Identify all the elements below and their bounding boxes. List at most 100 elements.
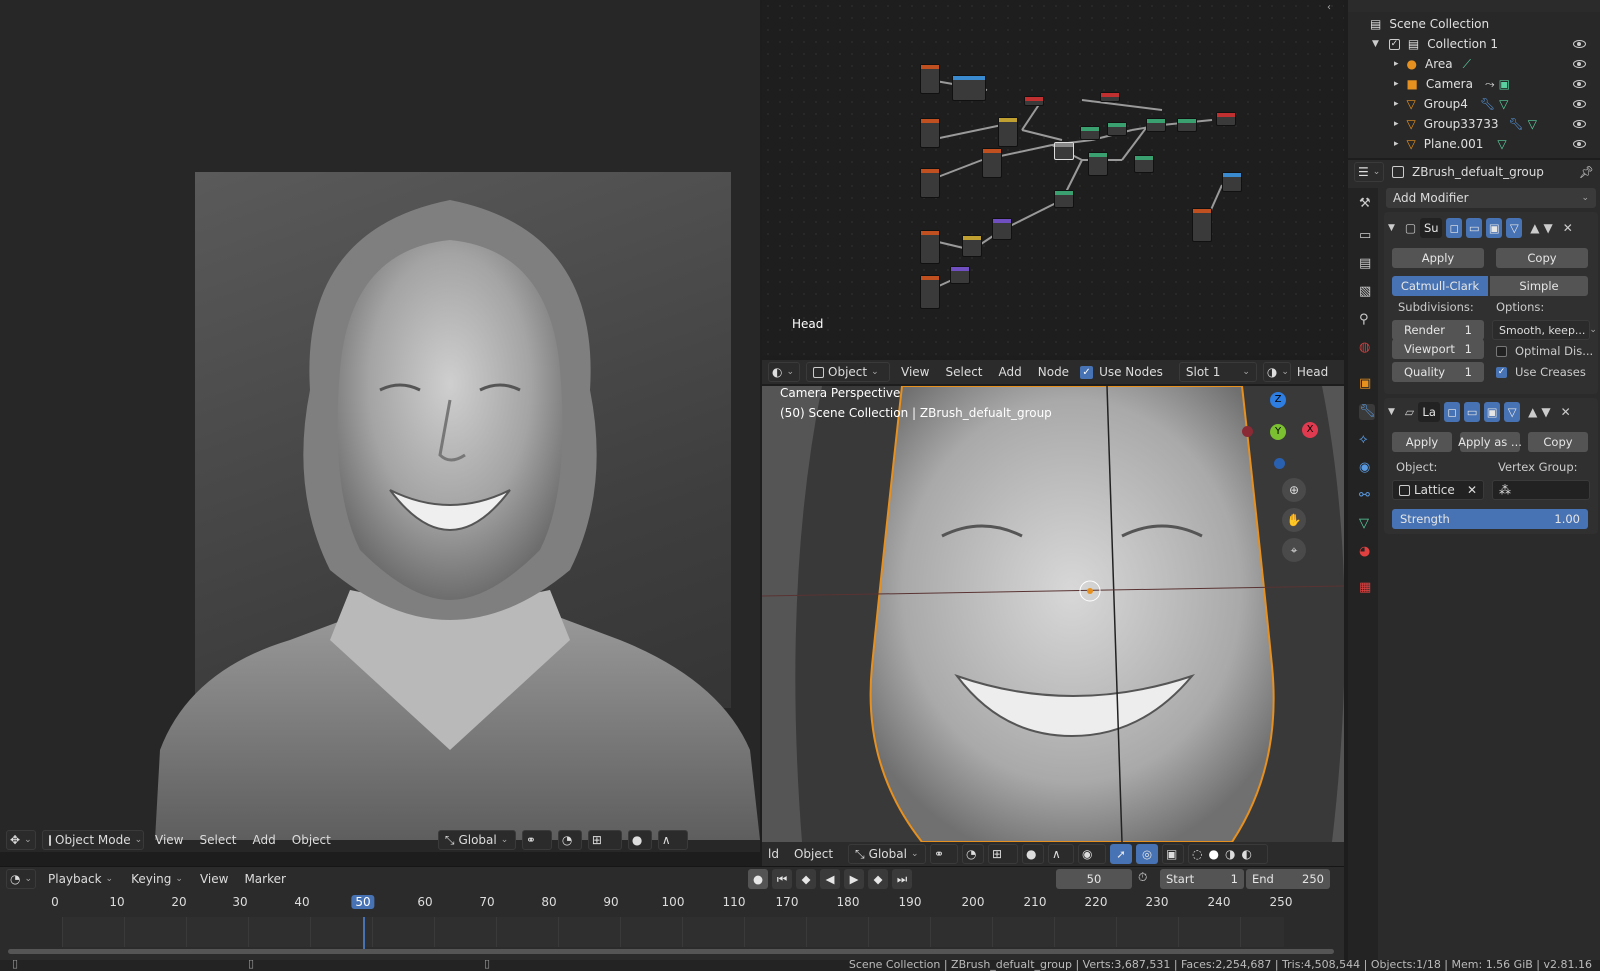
outliner-item[interactable]: ▸ ▽ Group4 🔧︎ ▽ bbox=[1348, 94, 1600, 114]
lattice-apply-as-button[interactable]: Apply as ... bbox=[1458, 432, 1522, 452]
snap-dropdown[interactable]: ⊞ bbox=[587, 830, 622, 850]
edit-mode-toggle[interactable]: ◻ bbox=[1444, 402, 1461, 422]
jump-start-icon[interactable]: ⏮ bbox=[772, 869, 792, 889]
modifier-tab-icon[interactable]: 🔧︎ bbox=[1359, 404, 1376, 420]
world-tab-icon[interactable]: ◍ bbox=[1359, 340, 1375, 356]
pin-icon[interactable]: 📌︎ bbox=[1579, 165, 1594, 179]
menu-view[interactable]: View bbox=[896, 365, 934, 379]
snap-dropdown[interactable]: ⊞ bbox=[988, 844, 1019, 864]
cage-toggle[interactable]: ▽ bbox=[1504, 402, 1521, 422]
constraints-tab-icon[interactable]: ⚯ bbox=[1359, 488, 1375, 504]
pivot-dropdown[interactable]: ⚭ bbox=[930, 844, 959, 864]
falloff-dropdown[interactable]: ∧ bbox=[657, 830, 688, 850]
camera-3d-viewport[interactable]: Camera Perspective (50) Scene Collection… bbox=[762, 386, 1344, 842]
object-mode-dropdown[interactable]: Object Mode ⌄ bbox=[42, 830, 144, 850]
node-editor[interactable]: Head ‹ bbox=[762, 0, 1344, 356]
snap-toggle[interactable]: ◔ bbox=[962, 844, 985, 864]
scene-tab-icon[interactable]: ⚲ bbox=[1359, 312, 1375, 328]
quality-field[interactable]: Quality 1 bbox=[1392, 362, 1484, 382]
lattice-apply-button[interactable]: Apply bbox=[1392, 432, 1452, 452]
expand-icon[interactable]: ▸ bbox=[1394, 99, 1399, 109]
menu-object[interactable]: Object bbox=[287, 833, 336, 847]
pan-hand-icon[interactable]: ✋ bbox=[1282, 508, 1306, 532]
node[interactable] bbox=[1107, 122, 1127, 136]
node[interactable] bbox=[1146, 118, 1166, 132]
node[interactable] bbox=[1222, 172, 1242, 192]
menu-view[interactable]: View bbox=[150, 833, 188, 847]
navigation-gizmo[interactable]: Z X Y bbox=[1242, 392, 1332, 472]
playback-dropdown[interactable]: Playback ⌄ bbox=[42, 869, 119, 889]
tool-tab-icon[interactable]: ⚒ bbox=[1359, 196, 1375, 212]
eye-icon[interactable] bbox=[1573, 40, 1586, 48]
editor-type-dropdown[interactable]: ◔ ⌄ bbox=[6, 869, 36, 889]
use-nodes-checkbox[interactable]: ✓ bbox=[1080, 365, 1094, 379]
texture-tab-icon[interactable]: ▦ bbox=[1359, 580, 1375, 596]
expand-icon[interactable]: ▸ bbox=[1394, 119, 1399, 129]
next-keyframe-icon[interactable]: ◆ bbox=[868, 869, 888, 889]
record-button[interactable]: ● bbox=[748, 869, 768, 889]
cage-toggle[interactable]: ▽ bbox=[1506, 218, 1523, 238]
output-tab-icon[interactable]: ▤ bbox=[1359, 256, 1375, 272]
proportional-toggle[interactable]: ● bbox=[627, 830, 652, 850]
gizmo-y-axis[interactable]: Y bbox=[1270, 424, 1286, 440]
keying-dropdown[interactable]: Keying ⌄ bbox=[125, 869, 189, 889]
uv-smooth-dropdown[interactable]: Smooth, keep... ⌄ bbox=[1492, 320, 1597, 340]
use-creases-checkbox[interactable]: ✓ Use Creases bbox=[1496, 365, 1586, 379]
xray-toggle[interactable]: ▣ bbox=[1162, 844, 1185, 864]
keyframe-area[interactable] bbox=[62, 917, 1284, 947]
eye-icon[interactable] bbox=[1573, 80, 1586, 88]
simple-button[interactable]: Simple bbox=[1490, 276, 1588, 296]
catmull-clark-button[interactable]: Catmull-Clark bbox=[1392, 276, 1488, 296]
node[interactable] bbox=[1216, 112, 1236, 126]
lattice-copy-button[interactable]: Copy bbox=[1528, 432, 1588, 452]
proportional-toggle[interactable]: ● bbox=[1022, 844, 1045, 864]
outliner-collection[interactable]: ▼ ✓ ▤ Collection 1 bbox=[1348, 34, 1600, 54]
collapse-arrow-icon[interactable]: ‹ bbox=[1327, 2, 1331, 13]
play-reverse-icon[interactable]: ◀ bbox=[820, 869, 840, 889]
particles-tab-icon[interactable]: ⟡ bbox=[1359, 432, 1375, 448]
node[interactable] bbox=[950, 266, 970, 284]
pivot-dropdown[interactable]: ⚭ bbox=[521, 830, 552, 850]
orientation-dropdown[interactable]: ⤡ Global ⌄ bbox=[848, 844, 927, 864]
viewport-levels-field[interactable]: Viewport 1 bbox=[1392, 339, 1484, 359]
outliner-item[interactable]: ▸ ■ Camera ⤳ ▣ bbox=[1348, 74, 1600, 94]
data-tab-icon[interactable]: ▽ bbox=[1359, 516, 1375, 532]
material-shading-icon[interactable]: ◑ bbox=[1225, 847, 1235, 861]
menu-select[interactable]: Select bbox=[940, 365, 987, 379]
subsurf-apply-button[interactable]: Apply bbox=[1392, 248, 1484, 268]
lattice-object-field[interactable]: Lattice ✕ bbox=[1392, 480, 1484, 500]
gizmo-neg-x[interactable] bbox=[1242, 426, 1253, 437]
outliner-item[interactable]: ▸ ▽ Plane.001 ▽ bbox=[1348, 134, 1600, 154]
shader-type-dropdown[interactable]: Object ⌄ bbox=[806, 362, 890, 382]
collapse-icon[interactable]: ▼ bbox=[1388, 223, 1395, 233]
outliner-item[interactable]: ▸ ▽ Group33733 🔧︎ ▽ bbox=[1348, 114, 1600, 134]
node[interactable] bbox=[1177, 118, 1197, 132]
left-3d-viewport[interactable]: ✥ ⌄ Object Mode ⌄ View Select Add Object ⤡… bbox=[0, 0, 760, 852]
node[interactable] bbox=[1192, 208, 1212, 242]
slot-dropdown[interactable]: Slot 1 ⌄ bbox=[1178, 362, 1257, 382]
physics-tab-icon[interactable]: ◉ bbox=[1359, 460, 1375, 476]
strength-slider[interactable]: Strength 1.00 bbox=[1392, 509, 1588, 529]
clear-icon[interactable]: ✕ bbox=[1467, 483, 1477, 497]
node[interactable] bbox=[920, 275, 940, 309]
remove-icon[interactable]: ✕ bbox=[1561, 405, 1571, 419]
render-levels-field[interactable]: Render 1 bbox=[1392, 320, 1484, 340]
camera-toggle[interactable]: ▭ bbox=[1466, 218, 1483, 238]
end-frame-field[interactable]: End 250 bbox=[1246, 869, 1330, 889]
solid-shading-icon[interactable]: ● bbox=[1209, 847, 1219, 861]
gizmo-neg-z[interactable] bbox=[1274, 458, 1285, 469]
node[interactable] bbox=[998, 117, 1018, 147]
move-down-icon[interactable]: ▼ bbox=[1544, 221, 1553, 235]
menu-marker[interactable]: Marker bbox=[239, 872, 290, 886]
edit-mode-toggle[interactable]: ◻ bbox=[1446, 218, 1463, 238]
move-up-icon[interactable]: ▲ bbox=[1530, 221, 1539, 235]
zoom-icon[interactable]: ⊕ bbox=[1282, 478, 1306, 502]
frame-ruler[interactable]: 0 10 20 30 40 50 60 70 80 90 100 110 170… bbox=[0, 895, 1344, 915]
eye-icon[interactable] bbox=[1573, 100, 1586, 108]
visibility-dropdown[interactable]: ◉ bbox=[1078, 844, 1107, 864]
view-layer-tab-icon[interactable]: ▧ bbox=[1359, 284, 1375, 300]
stopwatch-icon[interactable]: ⏱ bbox=[1138, 870, 1147, 885]
expand-icon[interactable]: ▸ bbox=[1394, 79, 1399, 89]
node[interactable] bbox=[982, 148, 1002, 178]
outliner-item[interactable]: ▸ ● Area ⟋ bbox=[1348, 54, 1600, 74]
